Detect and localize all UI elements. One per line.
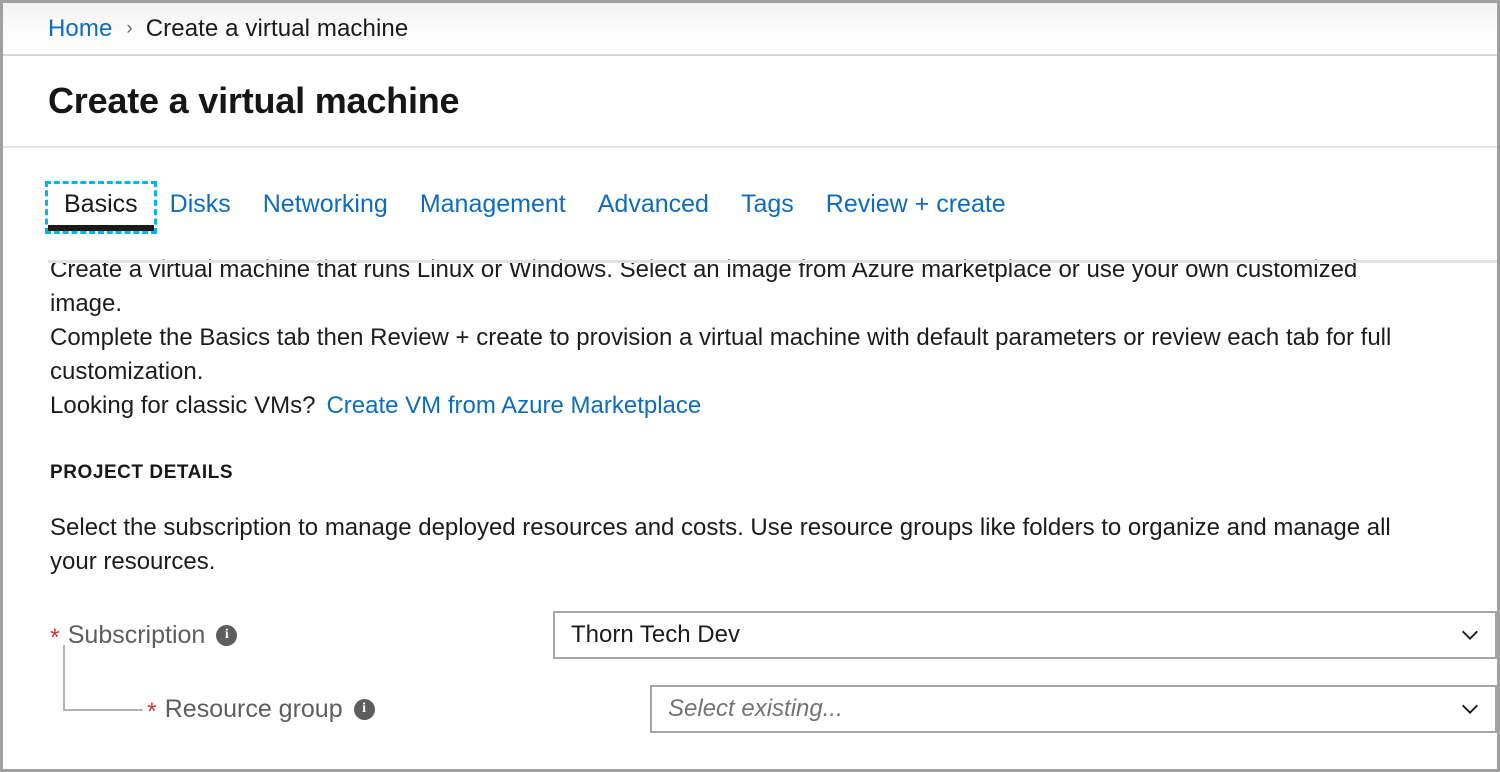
info-icon[interactable]: i — [216, 625, 237, 646]
resource-group-selected-value: Select existing... — [668, 695, 1459, 723]
project-details-desc-line-2: your resources. — [50, 545, 1497, 579]
tab-list: BasicsDisksNetworkingManagementAdvancedT… — [48, 184, 1497, 231]
tab-review-create[interactable]: Review + create — [810, 184, 1022, 231]
project-details-desc-line-1: Select the subscription to manage deploy… — [50, 511, 1497, 545]
description-line-4: customization. — [50, 355, 1497, 389]
description-line-3: Complete the Basics tab then Review + cr… — [50, 321, 1497, 355]
resource-group-dropdown[interactable]: Select existing... — [650, 685, 1497, 733]
subscription-label: Subscription — [68, 621, 206, 650]
breadcrumb-current: Create a virtual machine — [146, 15, 409, 43]
tab-networking[interactable]: Networking — [247, 184, 404, 231]
project-details-description: Select the subscription to manage deploy… — [50, 511, 1497, 579]
tab-advanced[interactable]: Advanced — [582, 184, 725, 231]
field-row-subscription: * Subscription i Thorn Tech Dev — [50, 611, 1497, 659]
tab-bar: BasicsDisksNetworkingManagementAdvancedT… — [3, 148, 1497, 231]
description-line-1: Create a virtual machine that runs Linux… — [50, 253, 1497, 287]
field-row-resource-group: * Resource group i Select existing... — [50, 685, 1497, 733]
resource-group-label-group: * Resource group i — [50, 695, 650, 724]
classic-vm-line: Looking for classic VMs? Create VM from A… — [50, 389, 1497, 423]
project-details-form: * Subscription i Thorn Tech Dev * Resour… — [50, 611, 1497, 733]
subscription-selected-value: Thorn Tech Dev — [571, 621, 1459, 649]
title-bar: Create a virtual machine — [3, 56, 1497, 148]
page-title: Create a virtual machine — [48, 80, 459, 122]
info-icon[interactable]: i — [354, 699, 375, 720]
tab-tags[interactable]: Tags — [725, 184, 810, 231]
blade-description: Create a virtual machine that runs Linux… — [50, 253, 1497, 423]
info-icon-glyph: i — [362, 702, 366, 716]
tab-basics[interactable]: Basics — [48, 184, 154, 231]
description-line-2: image. — [50, 287, 1497, 321]
subscription-dropdown[interactable]: Thorn Tech Dev — [553, 611, 1497, 659]
create-vm-blade: Home › Create a virtual machine Create a… — [0, 0, 1500, 772]
resource-group-label: Resource group — [165, 695, 343, 724]
create-vm-marketplace-link[interactable]: Create VM from Azure Marketplace — [326, 392, 701, 419]
breadcrumb-link-home[interactable]: Home — [48, 15, 112, 43]
info-icon-glyph: i — [225, 628, 229, 642]
subscription-label-group: * Subscription i — [50, 621, 553, 650]
tab-disks[interactable]: Disks — [154, 184, 247, 231]
required-indicator: * — [50, 626, 60, 651]
breadcrumb: Home › Create a virtual machine — [3, 3, 1497, 56]
chevron-down-icon — [1459, 698, 1481, 720]
required-indicator: * — [147, 700, 157, 725]
chevron-right-icon: › — [126, 19, 132, 38]
project-details-heading: PROJECT DETAILS — [50, 462, 1497, 484]
chevron-down-icon — [1459, 624, 1481, 646]
blade-content: Create a virtual machine that runs Linux… — [3, 231, 1497, 733]
tab-divider — [48, 260, 1497, 263]
classic-vm-prompt: Looking for classic VMs? — [50, 392, 315, 419]
tab-management[interactable]: Management — [404, 184, 582, 231]
